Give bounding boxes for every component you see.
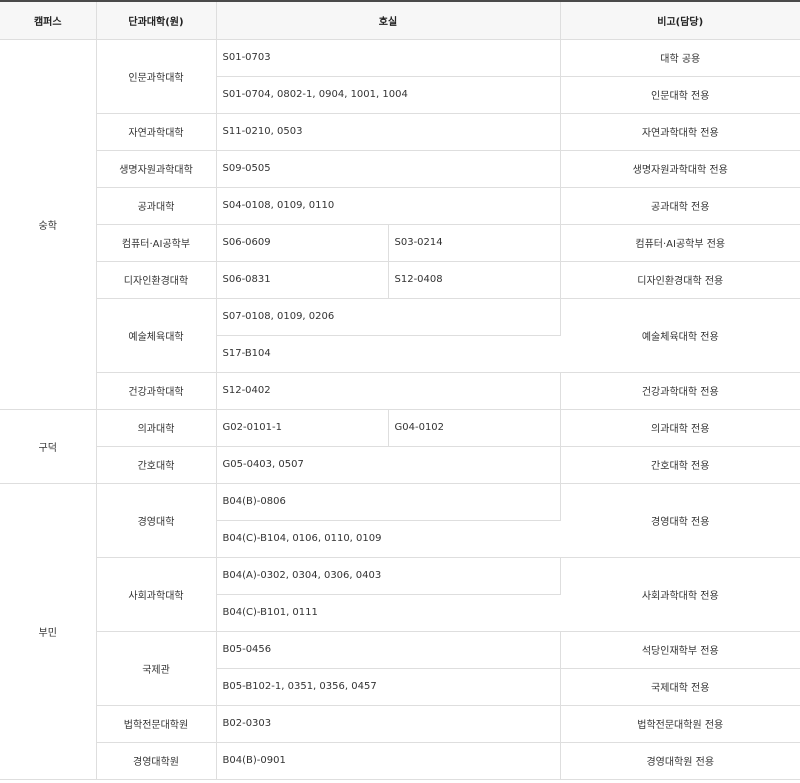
room-cell: B04(C)-B101, 0111 — [216, 594, 560, 632]
table-row: 생명자원과학대학 S09-0505 생명자원과학대학 전용 — [0, 150, 800, 188]
room-cell: S07-0108, 0109, 0206 — [216, 298, 561, 336]
college-cell: 경영대학원 — [96, 742, 217, 780]
note-cell: 의과대학 전용 — [560, 409, 800, 447]
note-cell: 대학 공용 — [560, 39, 800, 77]
header-note: 비고(담당) — [560, 0, 800, 40]
college-cell: 경영대학 — [96, 483, 217, 558]
college-cell: 디자인환경대학 — [96, 261, 217, 299]
table-header-row: 캠퍼스 단과대학(원) 호실 비고(담당) — [0, 0, 800, 40]
table-row: 국제관 B05-0456 석당인재학부 전용 — [0, 631, 800, 706]
note-cell: 간호대학 전용 — [560, 446, 800, 484]
note-cell: 컴퓨터·AI공학부 전용 — [560, 224, 800, 262]
room-cell: S01-0703 — [216, 39, 561, 77]
note-cell: 법학전문대학원 전용 — [560, 705, 800, 743]
college-cell: 예술체육대학 — [96, 298, 217, 373]
room-cell: B02-0303 — [216, 705, 561, 743]
room-cell: G04-0102 — [388, 409, 561, 447]
note-cell: 예술체육대학 전용 — [560, 298, 800, 373]
room-cell: B04(B)-0901 — [216, 742, 561, 780]
table-row: 숭학 인문과학대학 S01-0703 대학 공용 — [0, 39, 800, 410]
note-cell: 석당인재학부 전용 — [560, 631, 800, 669]
college-cell: 건강과학대학 — [96, 372, 217, 410]
room-cell: B05-B102-1, 0351, 0356, 0457 — [216, 668, 561, 706]
campus-cell: 부민 — [0, 483, 97, 780]
room-cell: G05-0403, 0507 — [216, 446, 561, 484]
header-campus: 캠퍼스 — [0, 0, 97, 40]
college-cell: 간호대학 — [96, 446, 217, 484]
room-cell: S04-0108, 0109, 0110 — [216, 187, 561, 225]
room-cell: G02-0101-1 — [216, 409, 389, 447]
table-row: 간호대학 G05-0403, 0507 간호대학 전용 — [0, 446, 800, 484]
room-cell: S03-0214 — [388, 224, 561, 262]
room-cell: S17-B104 — [216, 335, 560, 373]
table-row: 공과대학 S04-0108, 0109, 0110 공과대학 전용 — [0, 187, 800, 225]
table-row: 디자인환경대학 S06-0831 S12-0408 디자인환경대학 전용 — [0, 261, 800, 299]
note-cell: 경영대학 전용 — [560, 483, 800, 558]
note-cell: 건강과학대학 전용 — [560, 372, 800, 410]
college-cell: 컴퓨터·AI공학부 — [96, 224, 217, 262]
college-cell: 법학전문대학원 — [96, 705, 217, 743]
room-cell: S01-0704, 0802-1, 0904, 1001, 1004 — [216, 76, 561, 114]
note-cell: 공과대학 전용 — [560, 187, 800, 225]
header-college: 단과대학(원) — [96, 0, 217, 40]
college-cell: 인문과학대학 — [96, 39, 217, 114]
room-cell: S12-0402 — [216, 372, 561, 410]
note-cell: 인문대학 전용 — [560, 76, 800, 114]
college-cell: 생명자원과학대학 — [96, 150, 217, 188]
note-cell: 생명자원과학대학 전용 — [560, 150, 800, 188]
room-cell: S06-0609 — [216, 224, 389, 262]
table-row: 법학전문대학원 B02-0303 법학전문대학원 전용 — [0, 705, 800, 743]
room-table: 캠퍼스 단과대학(원) 호실 비고(담당) 숭학 인문과학대학 S01-0703 대학… — [0, 0, 800, 780]
room-cell: S09-0505 — [216, 150, 561, 188]
campus-cell: 구덕 — [0, 409, 97, 484]
room-cell: S06-0831 — [216, 261, 389, 299]
college-cell: 국제관 — [96, 631, 217, 706]
table-row: 구덕 의과대학 G02-0101-1 G04-0102 의과대학 전용 — [0, 409, 800, 484]
note-cell: 자연과학대학 전용 — [560, 113, 800, 151]
note-cell: 국제대학 전용 — [560, 668, 800, 706]
college-cell: 사회과학대학 — [96, 557, 217, 632]
college-cell: 공과대학 — [96, 187, 217, 225]
room-cell: S11-0210, 0503 — [216, 113, 561, 151]
college-cell: 의과대학 — [96, 409, 217, 447]
room-cell: S12-0408 — [388, 261, 561, 299]
table-row: 부민 경영대학 B04(B)-0806 경영대학 전용 — [0, 483, 800, 780]
table-row: 경영대학원 B04(B)-0901 경영대학원 전용 — [0, 742, 800, 780]
note-cell: 사회과학대학 전용 — [560, 557, 800, 632]
room-cell: B04(A)-0302, 0304, 0306, 0403 — [216, 557, 561, 595]
room-cell: B04(C)-B104, 0106, 0110, 0109 — [216, 520, 560, 558]
college-cell: 자연과학대학 — [96, 113, 217, 151]
header-room: 호실 — [216, 0, 561, 40]
table-row: 건강과학대학 S12-0402 건강과학대학 전용 — [0, 372, 800, 410]
note-cell: 디자인환경대학 전용 — [560, 261, 800, 299]
table-row: 사회과학대학 B04(A)-0302, 0304, 0306, 0403 사회과학대… — [0, 557, 800, 632]
table-row: 자연과학대학 S11-0210, 0503 자연과학대학 전용 — [0, 113, 800, 151]
campus-cell: 숭학 — [0, 39, 97, 410]
note-cell: 경영대학원 전용 — [560, 742, 800, 780]
room-cell: B04(B)-0806 — [216, 483, 561, 521]
table-row: 예술체육대학 S07-0108, 0109, 0206 예술체육대학 전용 — [0, 298, 800, 373]
room-cell: B05-0456 — [216, 631, 561, 669]
table-body: 숭학 인문과학대학 S01-0703 대학 공용 S01-0704, 0802-1, 0… — [0, 39, 800, 780]
table-row: 컴퓨터·AI공학부 S06-0609 S03-0214 컴퓨터·AI공학부 전용 — [0, 224, 800, 262]
